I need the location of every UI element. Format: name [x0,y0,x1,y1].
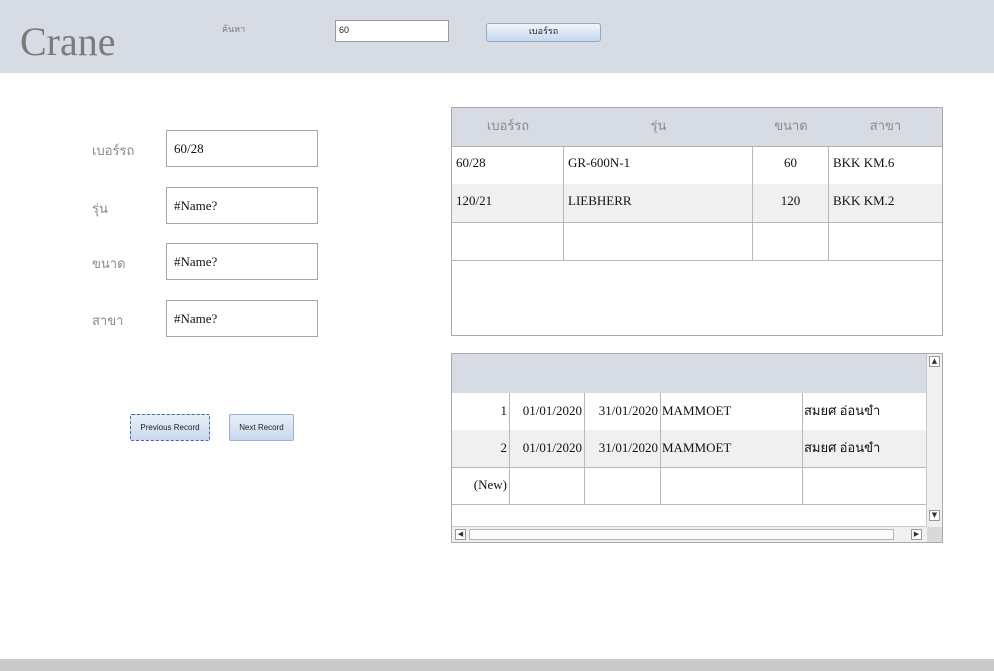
table-header: เบอร์รถ รุ่น ขนาด สาขา [452,108,942,147]
size-label: ขนาด [92,257,126,272]
cell-size[interactable] [753,222,829,260]
cell-model[interactable]: GR-600N-1 [564,146,753,184]
table-row[interactable] [452,222,942,261]
cell-branch[interactable]: BKK KM.6 [829,146,942,184]
subform-header [452,354,927,393]
column-header-model[interactable]: รุ่น [564,108,753,146]
cell-end-date[interactable]: 31/01/2020 [585,393,661,430]
cell-start-date[interactable] [510,467,585,504]
cell-model[interactable]: LIEBHERR [564,184,753,222]
next-record-button[interactable]: Next Record [229,414,294,441]
search-input[interactable]: 60 [335,20,449,42]
scroll-up-icon[interactable]: ▲ [929,356,940,367]
scrollbar-corner [927,527,942,542]
cell-end-date[interactable] [585,467,661,504]
cell-branch[interactable] [829,222,942,260]
cell-model[interactable] [564,222,753,260]
branch-label: สาขา [92,314,124,329]
cell-company[interactable] [661,467,803,504]
cell-person[interactable]: สมยศ อ่อนขำ [803,430,927,467]
cell-size[interactable]: 120 [753,184,829,222]
table-row[interactable]: 60/28 GR-600N-1 60 BKK KM.6 [452,146,942,185]
cell-size[interactable]: 60 [753,146,829,184]
cell-company[interactable]: MAMMOET [661,393,803,430]
scroll-right-icon[interactable]: ▶ [911,529,922,540]
scroll-left-icon[interactable]: ◀ [455,529,466,540]
column-header-branch[interactable]: สาขา [829,108,942,146]
cell-person[interactable] [803,467,927,504]
table-row[interactable]: 2 01/01/2020 31/01/2020 MAMMOET สมยศ อ่อ… [452,430,927,468]
model-field[interactable]: #Name? [166,187,318,224]
model-label: รุ่น [92,202,108,217]
scroll-thumb[interactable] [469,529,894,540]
crane-table: เบอร์รถ รุ่น ขนาด สาขา 60/28 GR-600N-1 6… [451,107,943,336]
cell-start-date[interactable]: 01/01/2020 [510,430,585,467]
previous-record-button[interactable]: Previous Record [130,414,210,441]
cell-person[interactable]: สมยศ อ่อนขำ [803,393,927,430]
size-field[interactable]: #Name? [166,243,318,280]
plate-field[interactable]: 60/28 [166,130,318,167]
cell-seq[interactable]: 2 [452,430,510,467]
cell-plate[interactable] [452,222,564,260]
table-row[interactable]: 120/21 LIEBHERR 120 BKK KM.2 [452,184,942,223]
search-label: ค้นหา [222,25,246,35]
search-by-plate-button[interactable]: เบอร์รถ [486,23,601,42]
horizontal-scrollbar[interactable]: ◀ ▶ [452,526,927,542]
column-header-plate[interactable]: เบอร์รถ [452,108,564,146]
scroll-down-icon[interactable]: ▼ [929,510,940,521]
form-title: Crane [20,19,116,64]
cell-company[interactable]: MAMMOET [661,430,803,467]
vertical-scrollbar[interactable]: ▲ ▼ [926,354,942,527]
new-record-row[interactable]: (New) [452,467,927,505]
cell-branch[interactable]: BKK KM.2 [829,184,942,222]
column-header-size[interactable]: ขนาด [753,108,829,146]
table-row[interactable]: 1 01/01/2020 31/01/2020 MAMMOET สมยศ อ่อ… [452,393,927,431]
cell-end-date[interactable]: 31/01/2020 [585,430,661,467]
rental-subform: 1 01/01/2020 31/01/2020 MAMMOET สมยศ อ่อ… [451,353,943,543]
cell-plate[interactable]: 60/28 [452,146,564,184]
footer-bar [0,659,994,671]
cell-start-date[interactable]: 01/01/2020 [510,393,585,430]
plate-label: เบอร์รถ [92,144,135,159]
branch-field[interactable]: #Name? [166,300,318,337]
cell-seq[interactable]: (New) [452,467,510,504]
cell-plate[interactable]: 120/21 [452,184,564,222]
cell-seq[interactable]: 1 [452,393,510,430]
